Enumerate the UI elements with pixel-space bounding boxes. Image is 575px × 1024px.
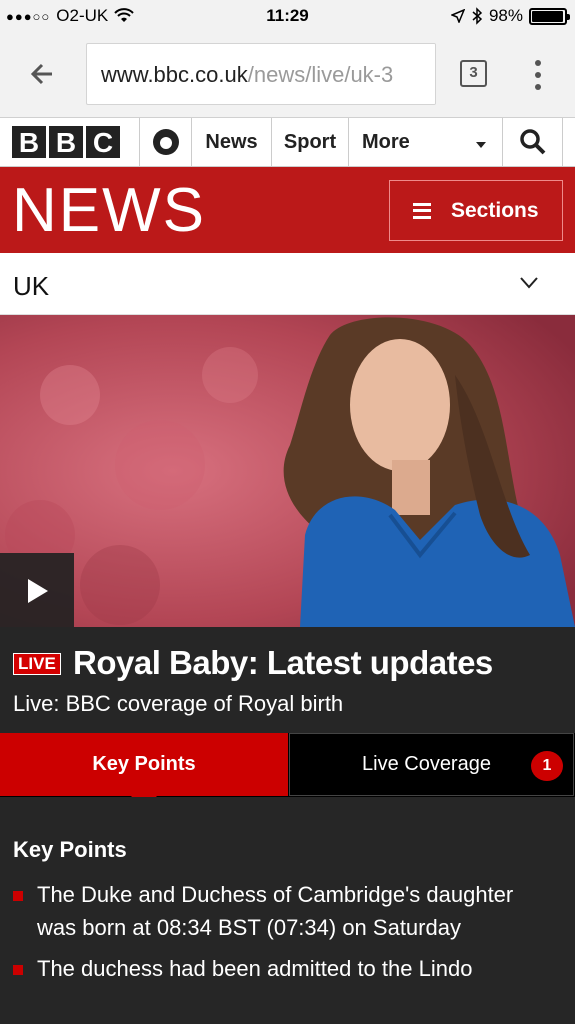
battery-fill	[532, 10, 564, 22]
key-points-list: The Duke and Duchess of Cambridge's daug…	[13, 879, 553, 995]
story-header: LIVE Royal Baby: Latest updates Live: BB…	[0, 627, 575, 733]
play-video-button[interactable]	[0, 553, 74, 627]
news-logo[interactable]: NEWS	[12, 180, 206, 242]
hero-photo	[0, 315, 575, 627]
menu-dot-icon	[535, 72, 541, 78]
bbc-logo-block: B	[12, 126, 46, 158]
search-button[interactable]	[503, 118, 563, 166]
key-point-text: The duchess had been admitted to the Lin…	[37, 956, 473, 981]
play-icon	[28, 579, 48, 603]
url-bar[interactable]: www.bbc.co.uk/news/live/uk-3	[86, 43, 436, 105]
bbc-logo-block: B	[49, 126, 83, 158]
news-banner: NEWS Sections	[0, 167, 575, 253]
caret-down-icon	[476, 142, 486, 148]
bullet-icon	[13, 891, 23, 901]
account-icon	[152, 129, 179, 155]
hamburger-icon	[413, 202, 431, 219]
bluetooth-icon	[472, 7, 483, 25]
status-bar: ●●●○○ O2-UK 11:29 98%	[0, 0, 575, 32]
section-selector[interactable]: UK	[0, 253, 575, 315]
tab-key-points-label: Key Points	[92, 753, 196, 775]
search-icon	[519, 129, 545, 155]
sections-button[interactable]: Sections	[389, 180, 563, 241]
nav-sport-link[interactable]: Sport	[272, 118, 349, 166]
key-points-panel: Key Points The Duke and Duchess of Cambr…	[0, 797, 575, 1024]
menu-dot-icon	[535, 60, 541, 66]
battery-percent: 98%	[488, 6, 523, 25]
url-fade	[395, 44, 435, 104]
sections-label: Sections	[451, 198, 539, 222]
bullet-icon	[13, 965, 23, 975]
browser-menu-button[interactable]	[528, 58, 548, 92]
nav-more-label: More	[362, 130, 410, 153]
nav-more-dropdown[interactable]: More	[349, 118, 503, 166]
bbc-global-nav: B B C News Sport More	[0, 118, 575, 167]
tab-live-coverage-label: Live Coverage	[362, 753, 491, 775]
live-badge: LIVE	[13, 653, 61, 675]
key-point-item: The Duke and Duchess of Cambridge's daug…	[13, 879, 553, 944]
menu-dot-icon	[535, 84, 541, 90]
back-button[interactable]	[24, 56, 64, 96]
location-arrow-icon	[450, 9, 465, 23]
key-point-item: The duchess had been admitted to the Lin…	[13, 953, 553, 986]
bbc-id-button[interactable]	[140, 118, 192, 166]
back-arrow-icon	[30, 63, 52, 85]
url-path: /news/live/uk-3	[247, 62, 394, 87]
url-host: www.bbc.co.uk	[101, 62, 248, 87]
story-tabs: Key Points Live Coverage 1	[0, 733, 575, 809]
bbc-logo[interactable]: B B C	[0, 118, 140, 166]
key-points-title: Key Points	[13, 837, 127, 862]
section-label: UK	[13, 271, 50, 301]
status-right: 98%	[450, 6, 570, 26]
battery-icon	[529, 7, 570, 25]
tab-switcher-button[interactable]: 3	[460, 60, 487, 87]
tab-key-points[interactable]: Key Points	[0, 733, 288, 796]
story-headline: Royal Baby: Latest updates	[73, 644, 493, 681]
nav-news-link[interactable]: News	[192, 118, 272, 166]
chevron-down-icon	[520, 277, 538, 289]
key-point-text: The Duke and Duchess of Cambridge's daug…	[37, 882, 514, 940]
new-updates-badge: 1	[531, 751, 563, 781]
browser-toolbar: www.bbc.co.uk/news/live/uk-3 3	[0, 32, 575, 118]
story-subhead: Live: BBC coverage of Royal birth	[13, 691, 344, 716]
bbc-logo-block: C	[86, 126, 120, 158]
hero-image[interactable]	[0, 315, 575, 627]
tab-live-coverage[interactable]: Live Coverage 1	[289, 733, 574, 796]
